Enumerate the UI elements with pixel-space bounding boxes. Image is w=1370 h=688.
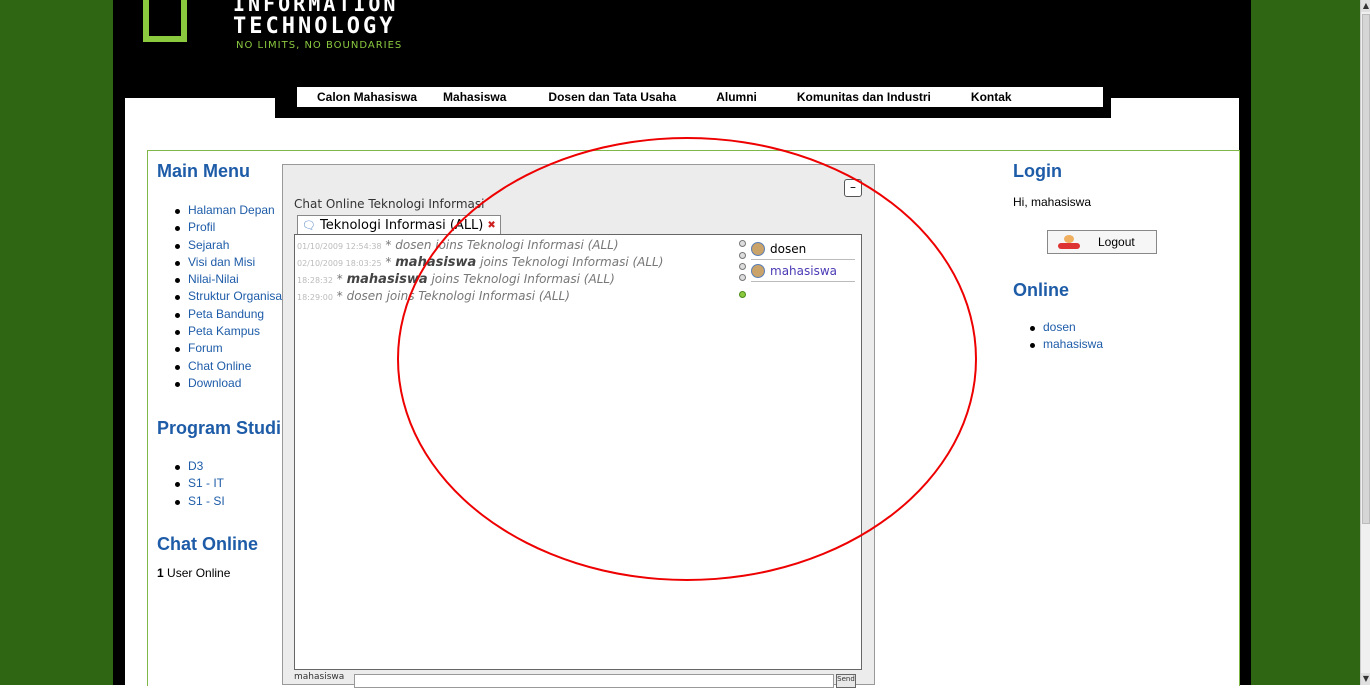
- logout-icon: [1058, 235, 1080, 249]
- chat-message: 01/10/2009 12:54:38 * dosen joins Teknol…: [297, 238, 619, 252]
- background-right: [1251, 0, 1360, 685]
- menu-item-forum[interactable]: Forum: [172, 340, 291, 357]
- scroll-thumb[interactable]: [1362, 14, 1370, 524]
- chat-user-mahasiswa[interactable]: mahasiswa: [751, 261, 855, 282]
- user-online-count: 1 User Online: [157, 566, 231, 580]
- logo-icon: [143, 0, 187, 42]
- program-studi-title: Program Studi: [157, 418, 282, 438]
- status-dot: [739, 274, 746, 281]
- login-greeting: Hi, mahasiswa: [1013, 195, 1092, 209]
- nav-komunitas-industri[interactable]: Komunitas dan Industri: [797, 90, 931, 104]
- nav-kontak[interactable]: Kontak: [971, 90, 1012, 104]
- scroll-up-icon[interactable]: ▲: [1361, 0, 1370, 12]
- minimize-button[interactable]: –: [844, 179, 862, 197]
- online-title: Online: [1013, 280, 1070, 300]
- user-icon: [751, 242, 765, 256]
- main-menu-list: Halaman Depan Profil Sejarah Visi dan Mi…: [172, 202, 291, 392]
- nav-mahasiswa[interactable]: Mahasiswa: [443, 90, 506, 104]
- status-dot: [739, 291, 746, 298]
- program-item-s1-si[interactable]: S1 - SI: [172, 493, 225, 510]
- scroll-down-icon[interactable]: ▼: [1361, 673, 1370, 685]
- online-user-mahasiswa[interactable]: mahasiswa: [1027, 336, 1103, 353]
- page-scrollbar[interactable]: ▲ ▼: [1360, 0, 1370, 685]
- menu-item-visi-misi[interactable]: Visi dan Misi: [172, 254, 291, 271]
- menu-item-chat-online[interactable]: Chat Online: [172, 358, 291, 375]
- menu-item-halaman-depan[interactable]: Halaman Depan: [172, 202, 291, 219]
- chat-bubble-icon: 🗨: [302, 218, 316, 232]
- nav-calon-mahasiswa[interactable]: Calon Mahasiswa: [317, 90, 417, 104]
- menu-item-struktur-organisasi[interactable]: Struktur Organisasi: [172, 288, 291, 305]
- online-user-list: dosen mahasiswa: [1027, 319, 1103, 354]
- program-item-s1-it[interactable]: S1 - IT: [172, 475, 225, 492]
- user-icon: [751, 264, 765, 278]
- chat-message: 18:28:32 * mahasiswa joins Teknologi Inf…: [297, 272, 615, 287]
- status-dot: [739, 240, 746, 247]
- chat-online-title: Chat Online: [157, 534, 259, 554]
- menu-item-download[interactable]: Download: [172, 375, 291, 392]
- online-user-dosen[interactable]: dosen: [1027, 319, 1103, 336]
- nav-alumni[interactable]: Alumni: [716, 90, 757, 104]
- main-menu-title: Main Menu: [157, 161, 250, 181]
- chat-message-input[interactable]: [354, 674, 834, 688]
- tab-teknologi-informasi[interactable]: 🗨 Teknologi Informasi (ALL) ✖: [297, 215, 501, 234]
- close-tab-icon[interactable]: ✖: [487, 220, 495, 231]
- chat-message: 02/10/2009 18:03:25 * mahasiswa joins Te…: [297, 255, 664, 270]
- logo-tagline: NO LIMITS, NO BOUNDARIES: [236, 40, 403, 51]
- tab-label: Teknologi Informasi (ALL): [319, 217, 484, 233]
- menu-item-peta-kampus[interactable]: Peta Kampus: [172, 323, 291, 340]
- send-button[interactable]: Send: [836, 674, 856, 688]
- program-studi-list: D3 S1 - IT S1 - SI: [172, 458, 225, 510]
- login-title: Login: [1013, 161, 1062, 181]
- chat-user-dosen[interactable]: dosen: [751, 239, 855, 260]
- menu-item-sejarah[interactable]: Sejarah: [172, 237, 291, 254]
- menu-item-nilai-nilai[interactable]: Nilai-Nilai: [172, 271, 291, 288]
- menu-item-profil[interactable]: Profil: [172, 219, 291, 236]
- logout-button[interactable]: Logout: [1047, 230, 1157, 254]
- chat-panel: Chat Online Teknologi Informasi – 🗨 Tekn…: [282, 164, 875, 688]
- message-area[interactable]: 01/10/2009 12:54:38 * dosen joins Teknol…: [294, 234, 751, 670]
- input-username: mahasiswa: [294, 672, 345, 682]
- logo-text-bottom: TECHNOLOGY: [233, 14, 396, 39]
- top-navigation: Calon Mahasiswa Mahasiswa Dosen dan Tata…: [275, 84, 1111, 118]
- chat-message: 18:29:00 * dosen joins Teknologi Informa…: [297, 289, 570, 303]
- logout-label: Logout: [1098, 235, 1135, 249]
- chat-input-row: mahasiswa Send: [294, 672, 860, 688]
- nav-dosen-tata-usaha[interactable]: Dosen dan Tata Usaha: [548, 90, 676, 104]
- chat-users-list: dosen mahasiswa: [749, 234, 862, 670]
- chat-title: Chat Online Teknologi Informasi: [294, 197, 485, 211]
- program-item-d3[interactable]: D3: [172, 458, 225, 475]
- background-left: [0, 0, 113, 685]
- status-dot: [739, 263, 746, 270]
- menu-item-peta-bandung[interactable]: Peta Bandung: [172, 306, 291, 323]
- status-dot: [739, 252, 746, 259]
